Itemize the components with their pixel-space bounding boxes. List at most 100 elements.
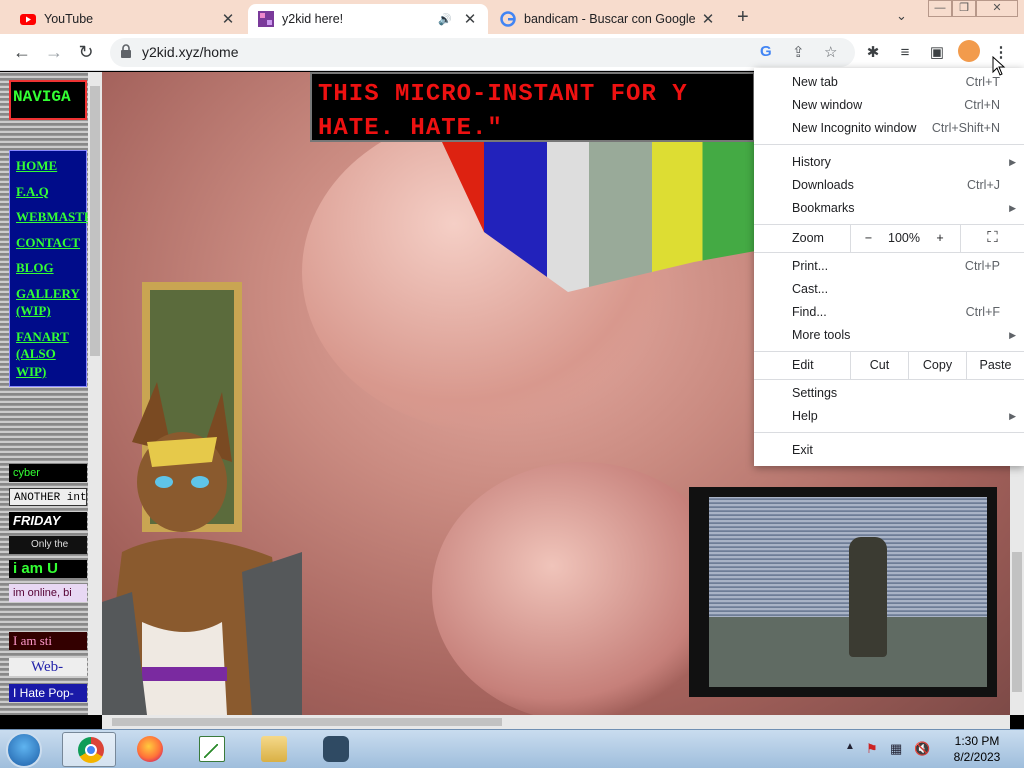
web-badge[interactable]: Web-: [9, 658, 87, 676]
tab-youtube[interactable]: YouTube ✕: [10, 4, 246, 34]
menu-item-new-incognito[interactable]: New Incognito window Ctrl+Shift+N: [754, 117, 1024, 140]
web-badge[interactable]: im online, bi: [9, 584, 87, 602]
menu-item-find[interactable]: Find... Ctrl+F: [754, 301, 1024, 324]
extensions-icon[interactable]: ✱: [862, 42, 884, 64]
chrome-menu: New tab Ctrl+T New window Ctrl+N New Incog…: [754, 68, 1024, 466]
tab-title: YouTube: [44, 12, 94, 26]
menu-divider: [754, 379, 1024, 380]
tab-google[interactable]: bandicam - Buscar con Google ✕: [490, 4, 726, 34]
menu-item-new-tab[interactable]: New tab Ctrl+T: [754, 71, 1024, 94]
menu-item-print[interactable]: Print... Ctrl+P: [754, 255, 1024, 278]
zoom-value: 100%: [888, 231, 920, 245]
close-tab-icon[interactable]: ✕: [700, 10, 716, 28]
clock-date: 8/2/2023: [953, 750, 1001, 764]
profile-avatar[interactable]: [958, 40, 980, 62]
volume-muted-icon[interactable]: 🔇: [914, 741, 930, 757]
menu-edit-row: Edit Cut Copy Paste: [754, 351, 1024, 379]
menu-item-downloads[interactable]: Downloads Ctrl+J: [754, 174, 1024, 197]
menu-item-bookmarks[interactable]: Bookmarks ▶: [754, 197, 1024, 220]
tab-strip: YouTube ✕ y2kid here! 🔊 ✕ bandicam - Bus…: [0, 0, 1024, 34]
toolbar: ← → ↻ y2kid.xyz/home G ⇪ ☆ ✱ ≡ ▣ ⋮: [0, 34, 1024, 71]
nav-link-home[interactable]: HOME: [10, 153, 86, 179]
taskbar-firefox[interactable]: [122, 732, 176, 767]
zoom-label: Zoom: [792, 231, 824, 245]
menu-shortcut: Ctrl+P: [964, 259, 1000, 273]
paste-button[interactable]: Paste: [966, 351, 1024, 379]
menu-item-exit[interactable]: Exit: [754, 439, 1024, 462]
fullscreen-icon[interactable]: ⛶: [960, 224, 1024, 252]
menu-shortcut: Ctrl+N: [964, 98, 1000, 112]
horizontal-scrollbar[interactable]: [102, 715, 1010, 729]
close-window-icon[interactable]: ✕: [976, 0, 1018, 17]
nav-link-blog[interactable]: BLOG: [10, 255, 86, 281]
start-button[interactable]: [6, 732, 42, 768]
explorer-icon: [261, 736, 287, 762]
nav-link-contact[interactable]: CONTACT: [10, 230, 86, 256]
scrollbar-thumb[interactable]: [112, 718, 502, 726]
bookmark-star-icon[interactable]: ☆: [824, 43, 837, 61]
zoom-out-button[interactable]: −: [850, 224, 886, 252]
restore-icon[interactable]: ❐: [952, 0, 976, 17]
tab-y2kid[interactable]: y2kid here! 🔊 ✕: [248, 4, 488, 34]
nav-frame-scrollbar[interactable]: [88, 72, 102, 715]
web-badge[interactable]: I am sti: [9, 632, 87, 650]
reload-icon[interactable]: ↻: [74, 40, 98, 64]
menu-item-cast[interactable]: Cast...: [754, 278, 1024, 301]
menu-item-settings[interactable]: Settings: [754, 382, 1024, 405]
speaker-icon[interactable]: 🔊: [438, 13, 452, 26]
left-nav-frame: NAVIGA HOME F.A.Q WEBMASTE CONTACT BLOG …: [0, 72, 102, 715]
web-badge[interactable]: i am U: [9, 560, 87, 578]
scrollbar-thumb[interactable]: [90, 86, 100, 356]
zoom-in-button[interactable]: +: [922, 224, 958, 252]
mouse-cursor-icon: [992, 56, 1006, 76]
character-illustration: [102, 382, 302, 715]
nav-link-webmaster[interactable]: WEBMASTE: [10, 204, 93, 230]
network-icon[interactable]: ▦: [890, 741, 902, 757]
system-clock[interactable]: 1:30 PM 8/2/2023: [944, 733, 1010, 765]
menu-item-help[interactable]: Help ▶: [754, 405, 1024, 428]
scrollbar-thumb[interactable]: [1012, 552, 1022, 692]
taskbar-chart-app[interactable]: [184, 732, 238, 767]
forward-icon[interactable]: →: [42, 40, 66, 64]
copy-button[interactable]: Copy: [908, 351, 966, 379]
menu-item-new-window[interactable]: New window Ctrl+N: [754, 94, 1024, 117]
bandicam-icon: [323, 736, 349, 762]
new-tab-icon[interactable]: +: [737, 6, 749, 29]
web-badge[interactable]: Only the: [9, 536, 87, 554]
nav-link-fanart[interactable]: FANART (ALSO WIP): [10, 324, 86, 385]
google-lens-icon[interactable]: G: [760, 43, 772, 60]
media-controls-icon[interactable]: ≡: [894, 42, 916, 64]
taskbar-bandicam[interactable]: [308, 732, 362, 767]
firefox-icon: [137, 736, 163, 762]
menu-label: New tab: [792, 75, 838, 89]
web-badge[interactable]: cyber: [9, 464, 87, 482]
menu-label: Print...: [792, 259, 829, 273]
address-bar[interactable]: y2kid.xyz/home G ⇪ ☆: [110, 38, 855, 67]
nav-link-gallery[interactable]: GALLERY (WIP): [10, 281, 86, 324]
lock-icon[interactable]: [120, 44, 132, 58]
nav-link-faq[interactable]: F.A.Q: [10, 179, 86, 205]
side-panel-icon[interactable]: ▣: [926, 42, 948, 64]
cut-button[interactable]: Cut: [850, 351, 908, 379]
action-center-icon[interactable]: ⚑: [866, 741, 878, 757]
taskbar-chrome[interactable]: [62, 732, 116, 767]
close-tab-icon[interactable]: ✕: [462, 10, 478, 28]
back-icon[interactable]: ←: [10, 40, 34, 64]
web-badge[interactable]: FRIDAY: [9, 512, 87, 530]
share-icon[interactable]: ⇪: [792, 43, 805, 61]
menu-item-history[interactable]: History ▶: [754, 151, 1024, 174]
show-hidden-icons[interactable]: ▲: [845, 741, 855, 752]
submenu-arrow-icon: ▶: [1009, 203, 1016, 213]
video-embed[interactable]: [689, 487, 997, 697]
tab-search-icon[interactable]: ⌄: [896, 8, 907, 24]
menu-item-more-tools[interactable]: More tools ▶: [754, 324, 1024, 347]
menu-divider: [754, 252, 1024, 253]
chrome-window: YouTube ✕ y2kid here! 🔊 ✕ bandicam - Bus…: [0, 0, 1024, 768]
video-floor: [709, 617, 987, 687]
web-badge[interactable]: ANOTHER inte: [9, 488, 87, 506]
web-badge[interactable]: I Hate Pop-: [9, 684, 87, 702]
minimize-icon[interactable]: —: [928, 0, 952, 17]
close-tab-icon[interactable]: ✕: [220, 10, 236, 28]
taskbar-explorer[interactable]: [246, 732, 300, 767]
url-text[interactable]: y2kid.xyz/home: [142, 44, 238, 60]
